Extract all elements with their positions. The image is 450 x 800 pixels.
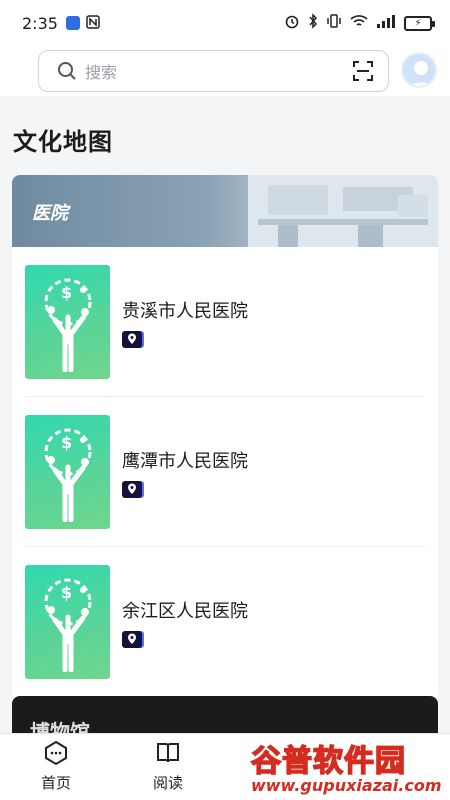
banner-lab-image [248, 175, 438, 247]
nav-label: 阅读 [152, 774, 183, 792]
scan-icon[interactable] [352, 60, 374, 82]
status-left-icons [65, 14, 100, 33]
location-pin-icon [122, 480, 142, 498]
status-right-icons: ⚡ [284, 13, 435, 33]
watermark-title: 谷普软件园 [250, 743, 406, 780]
search-placeholder: 搜索 [85, 63, 118, 82]
signal-icon [376, 14, 396, 32]
location-pin-icon [122, 630, 142, 648]
status-bar: 2:35 ⚡ [0, 0, 450, 46]
section-title: 医院 [32, 203, 68, 224]
book-icon [155, 740, 181, 766]
list-item[interactable]: $ 余江区人民医院 [12, 547, 438, 697]
item-title: 余江区人民医院 [122, 600, 248, 622]
nav-label: 首页 [40, 774, 71, 792]
header: 搜索 [0, 46, 450, 96]
tree-thumbnail: $ [25, 265, 110, 379]
home-icon [43, 740, 69, 766]
item-title: 鹰潭市人民医院 [122, 450, 248, 472]
battery-icon: ⚡ [404, 15, 435, 31]
item-title: 贵溪市人民医院 [122, 300, 248, 322]
item-info: 余江区人民医院 [122, 597, 248, 648]
location-pin-icon [122, 330, 142, 348]
app-notification-icon [65, 16, 80, 30]
watermark: 谷普软件园 www.gupuxiazai.com [245, 732, 450, 800]
svg-text:$: $ [61, 283, 72, 302]
nfc-icon [86, 14, 100, 33]
page-title: 文化地图 [13, 128, 113, 156]
item-info: 贵溪市人民医院 [122, 297, 248, 348]
tree-thumbnail: $ [25, 415, 110, 529]
svg-text:$: $ [61, 433, 72, 452]
search-input[interactable]: 搜索 [38, 50, 389, 92]
status-time: 2:35 [22, 13, 58, 33]
hospital-section: 医院 $ 贵溪市人民医院 $ 鹰潭市人民医院 $ 余江区人民医院 [12, 175, 438, 700]
nav-home[interactable]: 首页 [26, 740, 86, 793]
section-banner[interactable]: 医院 [12, 175, 438, 247]
alarm-icon [284, 13, 300, 33]
bluetooth-icon [308, 13, 318, 33]
nav-reading[interactable]: 阅读 [138, 740, 198, 793]
vibrate-icon [326, 14, 342, 32]
item-info: 鹰潭市人民医院 [122, 447, 248, 498]
list-item[interactable]: $ 贵溪市人民医院 [12, 247, 438, 397]
avatar[interactable] [401, 52, 437, 88]
watermark-url: www.gupuxiazai.com [251, 776, 442, 795]
search-icon [57, 61, 77, 81]
svg-text:$: $ [61, 583, 72, 602]
battery-charging: ⚡ [414, 17, 422, 29]
tree-thumbnail: $ [25, 565, 110, 679]
wifi-icon [350, 14, 368, 32]
list-item[interactable]: $ 鹰潭市人民医院 [12, 397, 438, 547]
